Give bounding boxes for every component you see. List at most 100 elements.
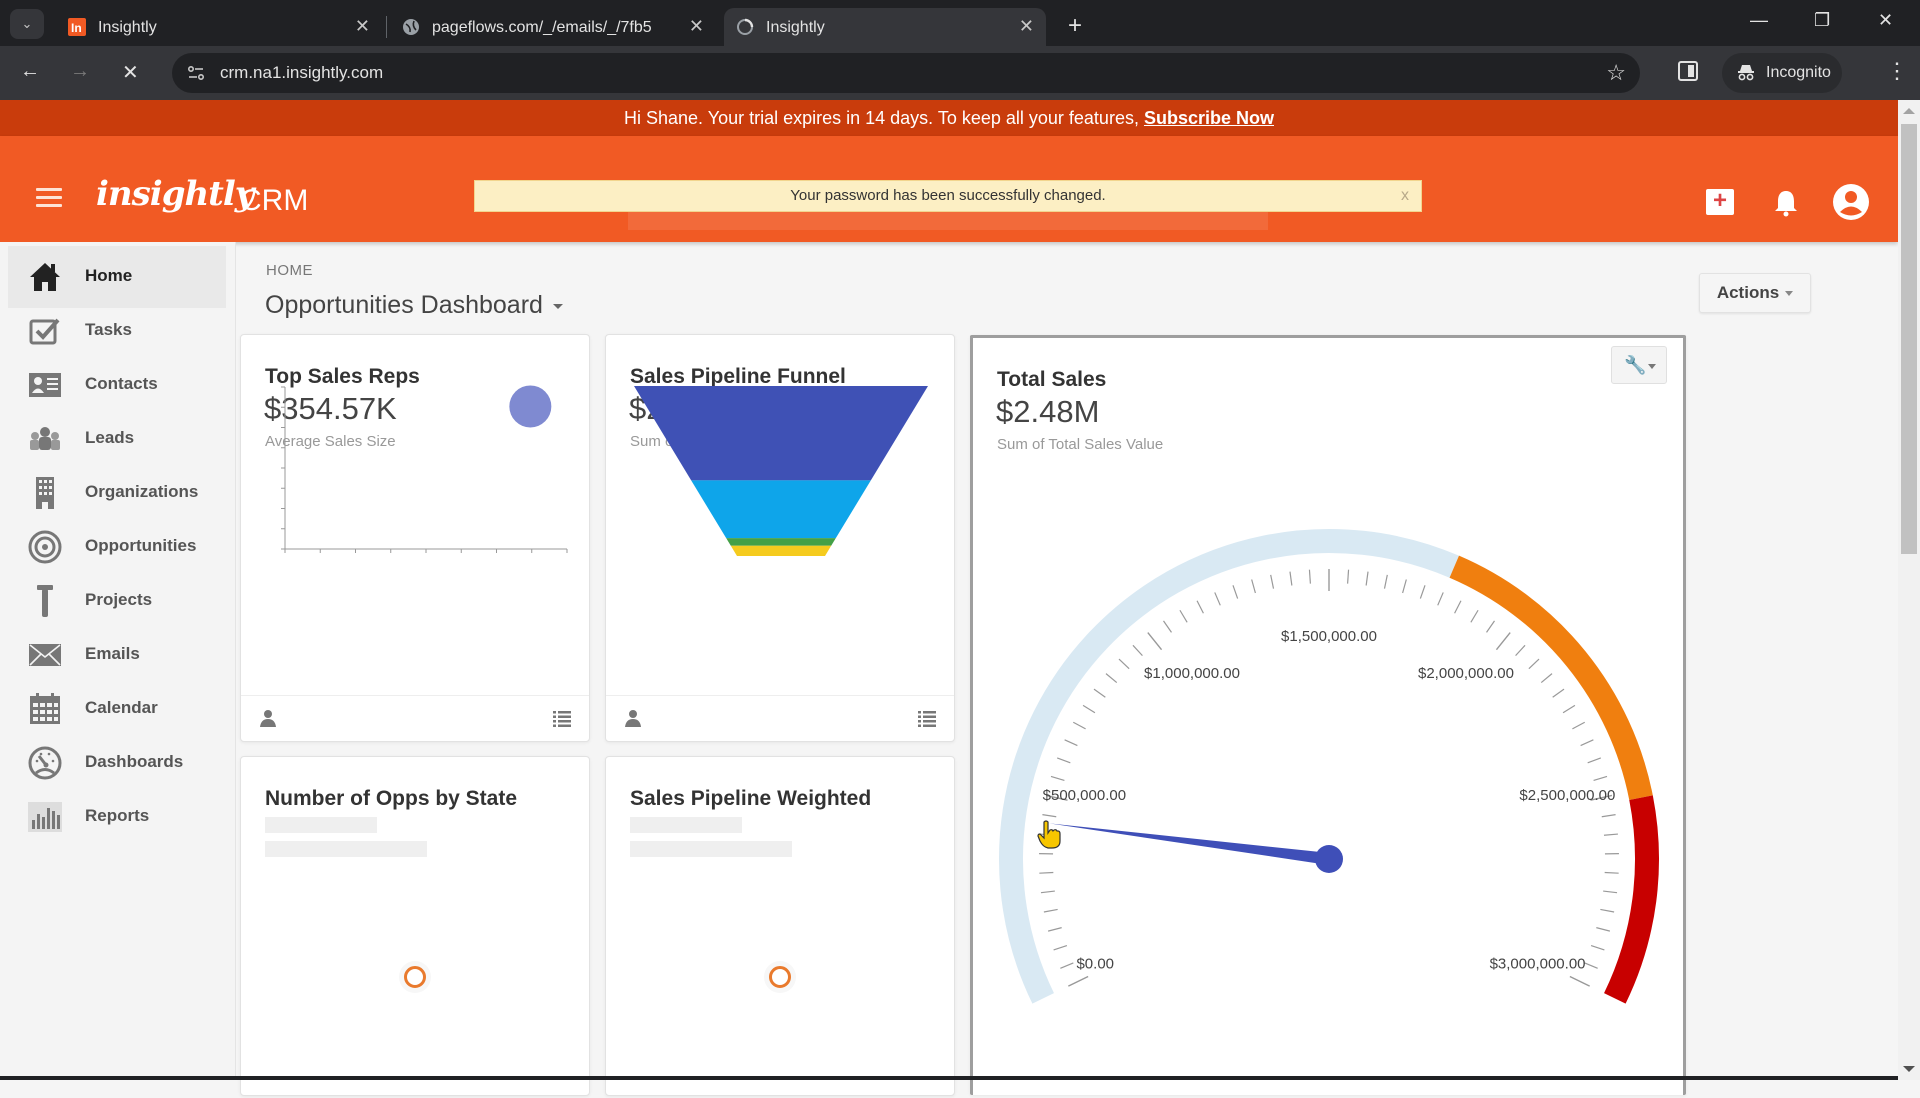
- scroll-down-arrow[interactable]: [1903, 1066, 1915, 1072]
- minimize-button[interactable]: —: [1750, 10, 1768, 31]
- sidebar-item-organizations[interactable]: Organizations: [8, 462, 226, 524]
- browser-menu-icon[interactable]: ⋮: [1886, 58, 1908, 84]
- person-icon[interactable]: [259, 709, 277, 727]
- user-avatar-icon[interactable]: [1832, 183, 1870, 221]
- loading-placeholder: [630, 841, 792, 857]
- tab-title: pageflows.com/_/emails/_/7fb5: [432, 19, 660, 37]
- loading-spinner-icon: [736, 18, 754, 36]
- gauge-minor-tick: [1516, 645, 1525, 655]
- browser-tab-active[interactable]: Insightly ✕: [724, 8, 1046, 46]
- card-sales-pipeline-funnel[interactable]: Sales Pipeline Funnel $2.45M Sum of Oppo…: [605, 334, 955, 742]
- gauge-needle-hub: [1315, 845, 1343, 873]
- insightly-logo[interactable]: insightly: [96, 174, 254, 214]
- bookmark-star-icon[interactable]: ☆: [1606, 60, 1626, 86]
- card-opps-by-state[interactable]: Number of Opps by State: [240, 756, 590, 1096]
- gauge-band: [1454, 567, 1641, 798]
- notification-bell-icon[interactable]: [1772, 188, 1800, 218]
- gauge-minor-tick: [1471, 610, 1478, 622]
- sidebar-item-reports[interactable]: Reports: [8, 786, 226, 848]
- app-header: insightly CRM Your password has been suc…: [0, 136, 1898, 242]
- calendar-icon: [28, 692, 62, 726]
- sidebar-item-home[interactable]: Home: [8, 246, 226, 308]
- person-icon[interactable]: [624, 709, 642, 727]
- side-panel-icon[interactable]: [1678, 61, 1698, 81]
- hand-cursor-icon: [1036, 820, 1062, 850]
- gauge-minor-tick: [1133, 645, 1142, 655]
- gauge-minor-tick: [1572, 722, 1584, 729]
- address-bar[interactable]: crm.na1.insightly.com ☆: [172, 53, 1640, 93]
- funnel-stage: [691, 480, 871, 538]
- sidebar-item-label: Dashboards: [85, 752, 183, 772]
- scroll-up-arrow[interactable]: [1903, 108, 1915, 114]
- gauge-minor-tick: [1581, 740, 1594, 746]
- incognito-badge[interactable]: Incognito: [1722, 53, 1842, 93]
- loading-placeholder: [630, 817, 742, 833]
- forward-button[interactable]: →: [70, 60, 90, 83]
- gauge-band: [1011, 541, 1454, 998]
- sidebar-item-dashboards[interactable]: Dashboards: [8, 732, 226, 794]
- browser-toolbar: ← → ✕ crm.na1.insightly.com ☆ Incognito …: [0, 46, 1920, 100]
- sidebar-nav: Home Tasks Contacts Leads Organizations …: [0, 242, 236, 1080]
- card-total-sales[interactable]: Total Sales $2.48M Sum of Total Sales Va…: [970, 335, 1686, 1095]
- card-title: Sales Pipeline Weighted: [630, 787, 871, 811]
- sidebar-item-opportunities[interactable]: Opportunities: [8, 516, 226, 578]
- window-close-button[interactable]: ✕: [1878, 10, 1893, 31]
- site-info-icon[interactable]: [186, 63, 206, 83]
- sidebar-item-contacts[interactable]: Contacts: [8, 354, 226, 416]
- subscribe-now-link[interactable]: Subscribe Now: [1144, 108, 1274, 128]
- trial-banner-text: Hi Shane. Your trial expires in 14 days.…: [624, 108, 1139, 128]
- gauge-minor-tick: [1197, 601, 1203, 613]
- sidebar-item-projects[interactable]: Projects: [8, 570, 226, 632]
- reports-icon: [28, 800, 62, 834]
- breadcrumb[interactable]: HOME: [266, 262, 313, 279]
- tab-search-button[interactable]: ⌄: [10, 9, 44, 39]
- browser-tab[interactable]: In Insightly ✕: [56, 8, 382, 46]
- gauge-minor-tick: [1403, 580, 1407, 593]
- sidebar-item-tasks[interactable]: Tasks: [8, 300, 226, 362]
- scrollbar-thumb[interactable]: [1901, 124, 1917, 554]
- gauge-minor-tick: [1585, 963, 1598, 968]
- gauge-major-tick: [1148, 633, 1162, 650]
- list-view-icon[interactable]: [553, 711, 571, 727]
- back-button[interactable]: ←: [20, 60, 40, 83]
- gauge-minor-tick: [1119, 659, 1129, 669]
- card-top-sales-reps[interactable]: Top Sales Reps $354.57K Average Sales Si…: [240, 334, 590, 742]
- stop-loading-button[interactable]: ✕: [122, 60, 139, 85]
- url-text[interactable]: crm.na1.insightly.com: [220, 63, 383, 83]
- flash-message: Your password has been successfully chan…: [474, 180, 1422, 212]
- gauge-minor-tick: [1594, 776, 1607, 780]
- page-scrollbar[interactable]: [1898, 100, 1920, 1080]
- gauge-minor-tick: [1039, 872, 1053, 873]
- emails-icon: [28, 638, 62, 672]
- hamburger-menu-icon[interactable]: [36, 188, 62, 208]
- restore-button[interactable]: ❐: [1814, 10, 1830, 31]
- gauge-minor-tick: [1233, 585, 1238, 598]
- gauge-minor-tick: [1529, 659, 1539, 669]
- sidebar-item-leads[interactable]: Leads: [8, 408, 226, 470]
- quick-add-icon[interactable]: +: [1706, 189, 1734, 215]
- sidebar-item-label: Reports: [85, 806, 149, 826]
- projects-icon: [28, 584, 62, 618]
- svg-text:In: In: [71, 21, 82, 35]
- gauge-tick-label: $2,500,000.00: [1519, 787, 1615, 804]
- close-tab-icon[interactable]: ✕: [1019, 16, 1034, 37]
- actions-button[interactable]: Actions: [1699, 273, 1811, 313]
- gauge-minor-tick: [1588, 758, 1601, 763]
- new-tab-button[interactable]: +: [1068, 12, 1082, 40]
- close-tab-icon[interactable]: ✕: [355, 16, 370, 37]
- sidebar-item-emails[interactable]: Emails: [8, 624, 226, 686]
- close-tab-icon[interactable]: ✕: [689, 16, 704, 37]
- page-title: Opportunities Dashboard: [265, 291, 543, 319]
- card-sales-pipeline-weighted[interactable]: Sales Pipeline Weighted: [605, 756, 955, 1096]
- gauge-minor-tick: [1073, 722, 1085, 729]
- close-flash-icon[interactable]: x: [1401, 181, 1409, 211]
- gauge-minor-tick: [1163, 621, 1171, 632]
- gauge-minor-tick: [1603, 891, 1617, 893]
- sidebar-item-label: Tasks: [85, 320, 132, 340]
- list-view-icon[interactable]: [918, 711, 936, 727]
- card-title: Number of Opps by State: [265, 787, 517, 811]
- browser-tab[interactable]: pageflows.com/_/emails/_/7fb5 ✕: [390, 8, 716, 46]
- dashboard-selector[interactable]: Opportunities Dashboard: [265, 291, 563, 320]
- sidebar-item-calendar[interactable]: Calendar: [8, 678, 226, 740]
- card-footer: [606, 695, 954, 741]
